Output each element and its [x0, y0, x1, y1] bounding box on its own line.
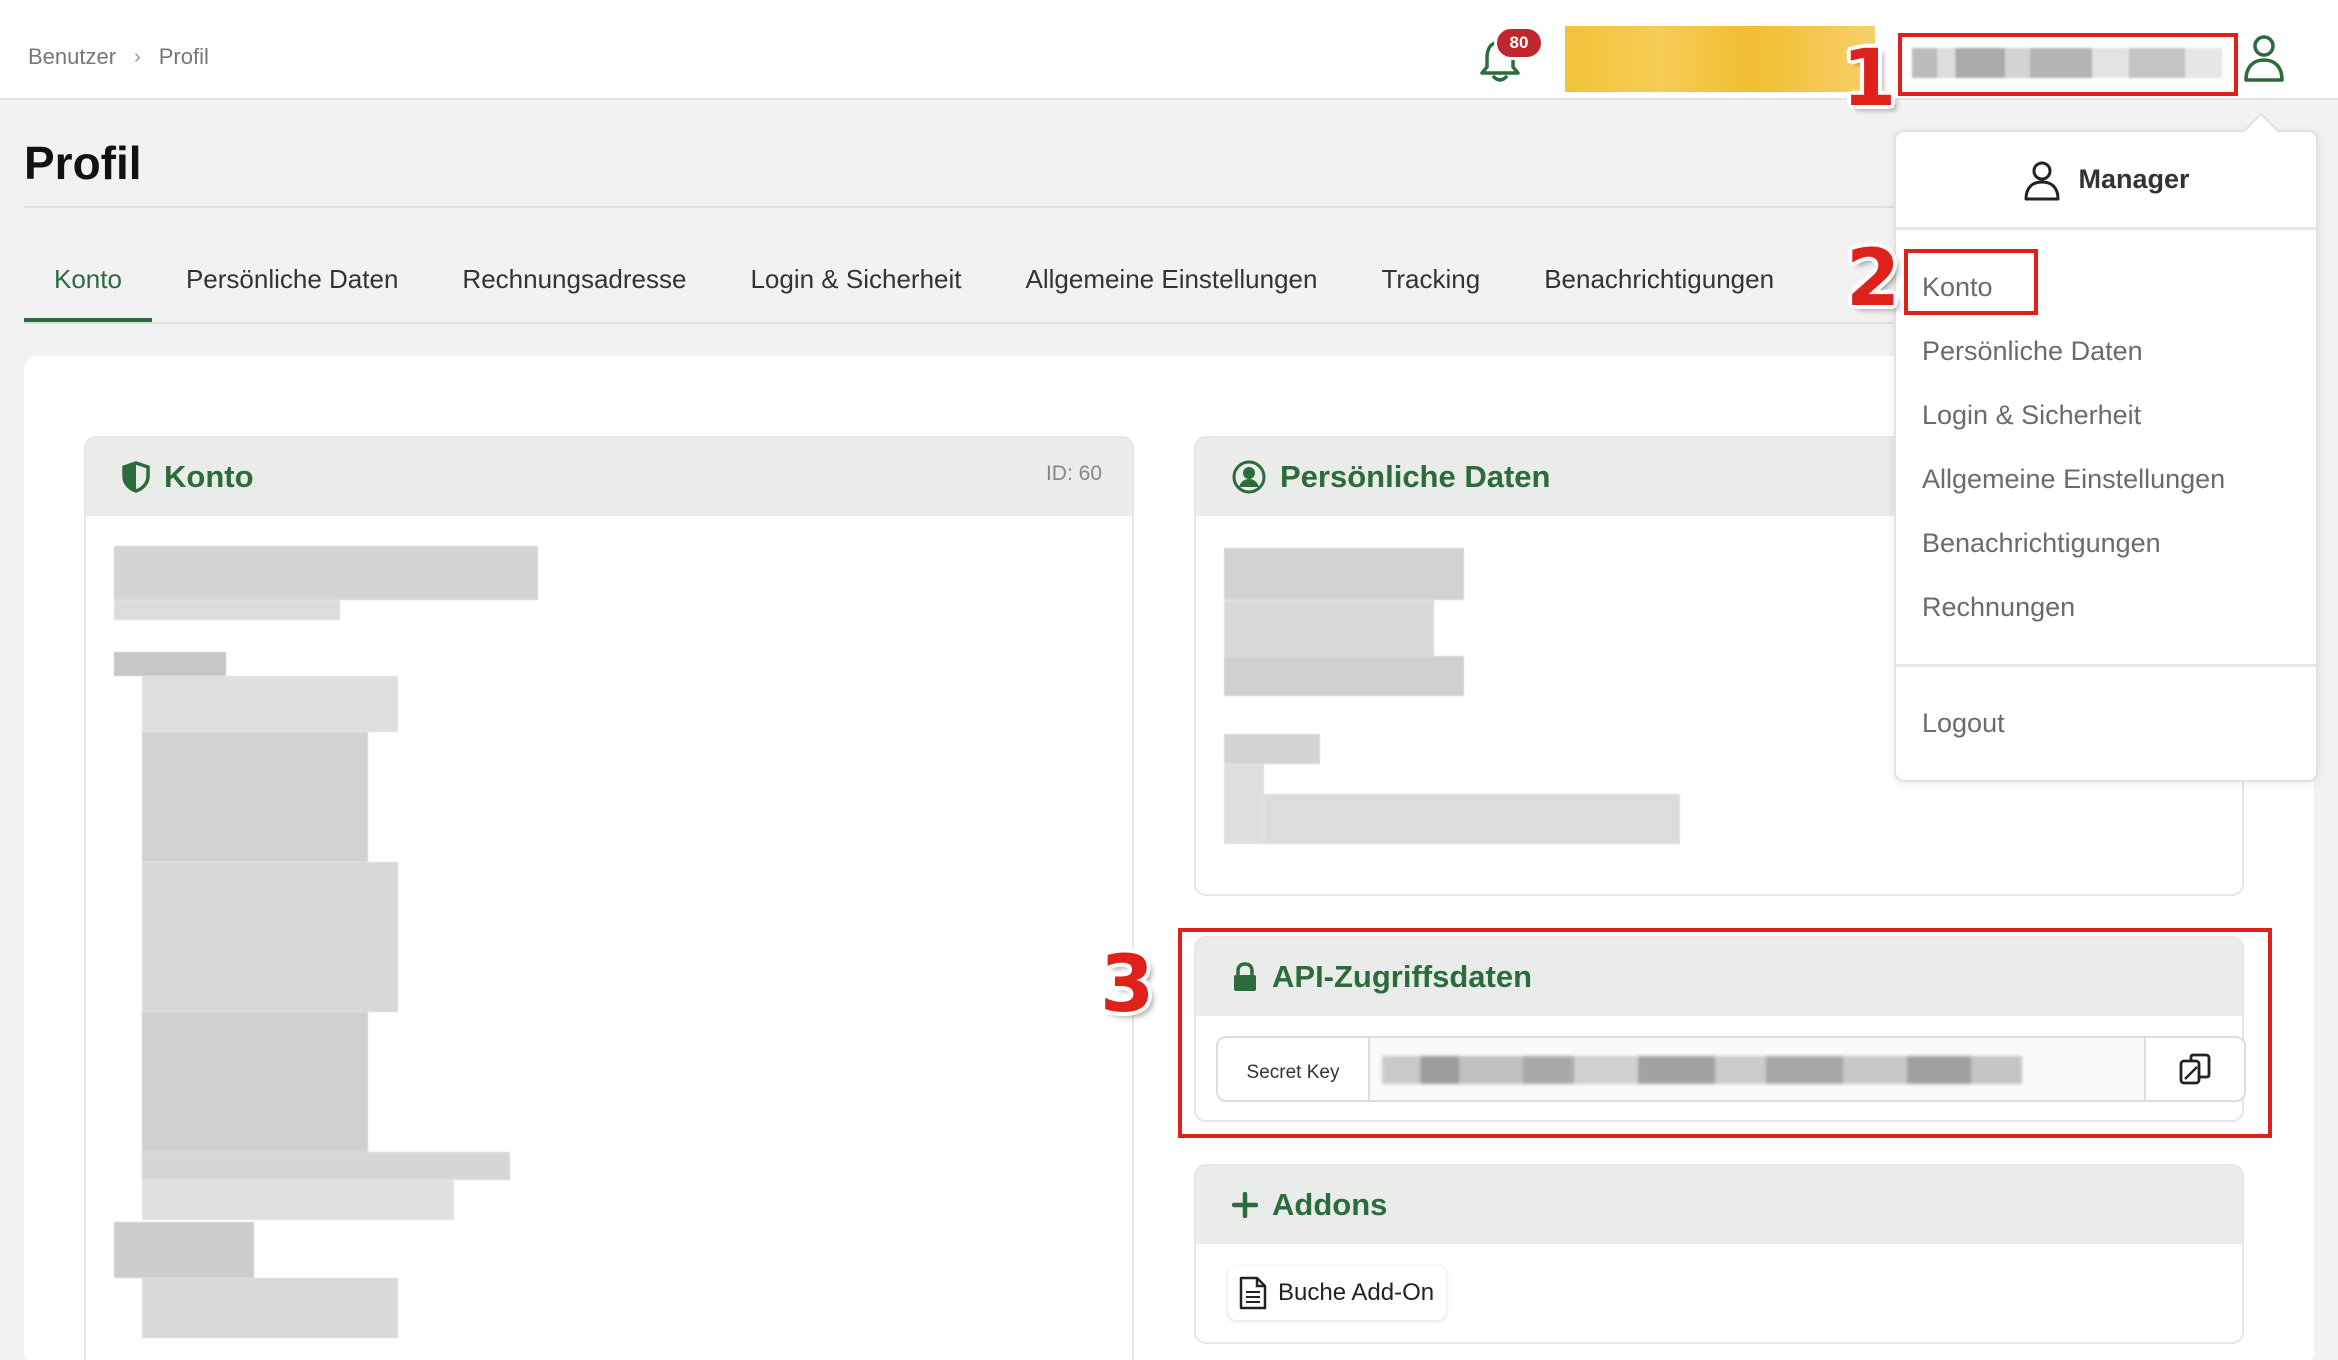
redacted-block: [114, 1222, 254, 1278]
tab-konto[interactable]: Konto: [24, 250, 152, 322]
breadcrumb-item-profil: Profil: [158, 44, 209, 69]
annotation-box-3: [1178, 928, 2272, 1138]
tab-allgemeine-einstellungen[interactable]: Allgemeine Einstellungen: [996, 250, 1348, 322]
divider: [24, 206, 1914, 208]
book-addon-label: Buche Add-On: [1278, 1279, 1435, 1306]
redacted-block: [1224, 764, 1264, 844]
addons-card-header: Addons: [1196, 1166, 2242, 1244]
dropdown-item-rechnungen[interactable]: Rechnungen: [1922, 592, 2075, 623]
personal-data-card-title: Persönliche Daten: [1280, 459, 1551, 494]
plus-icon: [1232, 1192, 1258, 1218]
konto-card-title: Konto: [164, 459, 254, 494]
tab-benachrichtigungen[interactable]: Benachrichtigungen: [1514, 250, 1804, 322]
account-id: ID: 60: [1045, 462, 1102, 485]
document-icon: [1239, 1276, 1267, 1310]
user-dropdown-menu: Manager Konto Persönliche Daten Login & …: [1894, 130, 2318, 782]
dropdown-item-benachrichtigungen[interactable]: Benachrichtigungen: [1922, 528, 2161, 559]
redacted-block: [1224, 600, 1434, 656]
redacted-block: [142, 1152, 510, 1180]
redacted-block: [1224, 548, 1464, 600]
dropdown-item-persoenliche-daten[interactable]: Persönliche Daten: [1922, 336, 2143, 367]
redacted-block: [142, 676, 398, 732]
book-addon-button[interactable]: Buche Add-On: [1228, 1266, 1447, 1320]
tab-login-sicherheit[interactable]: Login & Sicherheit: [720, 250, 991, 322]
redacted-block: [114, 546, 538, 600]
annotation-number-2: 2: [1846, 234, 1901, 324]
dropdown-header: Manager: [1896, 132, 2316, 230]
annotation-number-1: 1: [1842, 34, 1897, 124]
redacted-block: [142, 1278, 398, 1338]
tab-rechnungsadresse[interactable]: Rechnungsadresse: [432, 250, 716, 322]
dropdown-divider: [1896, 664, 2316, 667]
redacted-block: [142, 1180, 454, 1220]
user-circle-icon: [1232, 460, 1266, 494]
annotation-box-2: [1904, 249, 2038, 315]
redacted-block: [114, 652, 226, 676]
redacted-block: [1224, 656, 1464, 696]
chevron-right-icon: ›: [134, 45, 141, 68]
user-icon: [2024, 161, 2060, 200]
tab-persoenliche-daten[interactable]: Persönliche Daten: [156, 250, 428, 322]
profile-tabs: Konto Persönliche Daten Rechnungsadresse…: [24, 250, 1914, 324]
page-title: Profil: [24, 137, 142, 189]
redacted-block: [142, 732, 368, 862]
dropdown-role: Manager: [2078, 164, 2190, 194]
addons-card-title: Addons: [1272, 1187, 1388, 1222]
konto-card-header: Konto: [86, 438, 1132, 516]
redacted-block: [1224, 734, 1320, 764]
breadcrumb-item-benutzer[interactable]: Benutzer: [28, 44, 116, 70]
konto-card: Konto ID: 60: [84, 436, 1134, 1360]
redacted-block: [114, 600, 340, 620]
redacted-block: [142, 1012, 368, 1152]
user-icon[interactable]: [2240, 32, 2288, 84]
highlighted-redacted-field: [1565, 26, 1875, 92]
annotation-number-3: 3: [1100, 940, 1155, 1030]
redacted-block: [142, 862, 398, 1012]
dropdown-item-allgemeine-einstellungen[interactable]: Allgemeine Einstellungen: [1922, 464, 2225, 495]
breadcrumb: Benutzer › Profil: [28, 44, 209, 70]
tab-tracking[interactable]: Tracking: [1351, 250, 1510, 322]
annotation-box-1: [1898, 33, 2238, 96]
notification-badge: 80: [1494, 26, 1544, 60]
redacted-block: [1264, 794, 1680, 844]
shield-icon: [122, 461, 150, 493]
dropdown-item-logout[interactable]: Logout: [1922, 708, 2005, 739]
dropdown-item-login-sicherheit[interactable]: Login & Sicherheit: [1922, 400, 2141, 431]
